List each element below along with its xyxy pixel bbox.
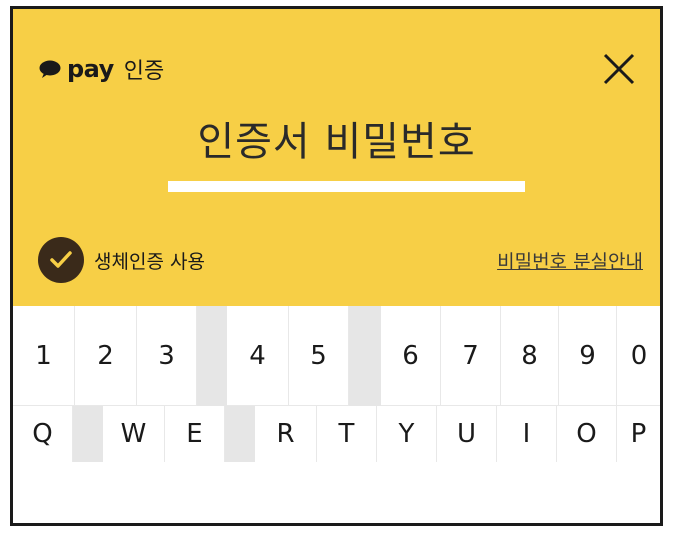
keypad-blank: [197, 306, 227, 406]
key-i[interactable]: I: [497, 406, 557, 462]
key-q[interactable]: Q: [13, 406, 73, 462]
letter-row: Q W E R T Y U I O P: [13, 406, 660, 462]
key-y[interactable]: Y: [377, 406, 437, 462]
key-o[interactable]: O: [557, 406, 617, 462]
biometric-label: 생체인증 사용: [94, 250, 205, 273]
key-0[interactable]: 0: [617, 306, 660, 406]
speech-bubble-icon: [39, 60, 61, 78]
key-5[interactable]: 5: [289, 306, 349, 406]
keypad-blank: [225, 406, 255, 462]
key-p[interactable]: P: [617, 406, 660, 462]
number-row: 1 2 3 4 5 6 7 8 9 0: [13, 306, 660, 406]
checkmark-icon: [38, 237, 84, 283]
key-4[interactable]: 4: [227, 306, 289, 406]
key-u[interactable]: U: [437, 406, 497, 462]
password-input-indicator: [168, 181, 525, 192]
key-r[interactable]: R: [255, 406, 317, 462]
keypad-blank: [73, 406, 103, 462]
brand-auth: 인증: [123, 59, 165, 84]
key-e[interactable]: E: [165, 406, 225, 462]
auth-dialog: pay 인증 인증서 비밀번호 생체인증 사용 비밀번호 분실안내 1 2 3: [10, 6, 663, 526]
brand: pay 인증: [39, 53, 164, 85]
key-1[interactable]: 1: [13, 306, 75, 406]
close-icon: [603, 53, 635, 85]
close-button[interactable]: [599, 49, 639, 89]
page-title: 인증서 비밀번호: [197, 119, 476, 165]
key-3[interactable]: 3: [137, 306, 197, 406]
key-w[interactable]: W: [103, 406, 165, 462]
brand-pay: pay: [67, 55, 114, 83]
keypad-blank: [349, 306, 381, 406]
key-2[interactable]: 2: [75, 306, 137, 406]
key-6[interactable]: 6: [381, 306, 441, 406]
forgot-password-link[interactable]: 비밀번호 분실안내: [497, 247, 643, 274]
biometric-toggle[interactable]: 생체인증 사용: [38, 237, 205, 283]
header-panel: pay 인증 인증서 비밀번호 생체인증 사용 비밀번호 분실안내: [13, 9, 660, 306]
key-t[interactable]: T: [317, 406, 377, 462]
key-8[interactable]: 8: [501, 306, 559, 406]
key-9[interactable]: 9: [559, 306, 617, 406]
key-7[interactable]: 7: [441, 306, 501, 406]
